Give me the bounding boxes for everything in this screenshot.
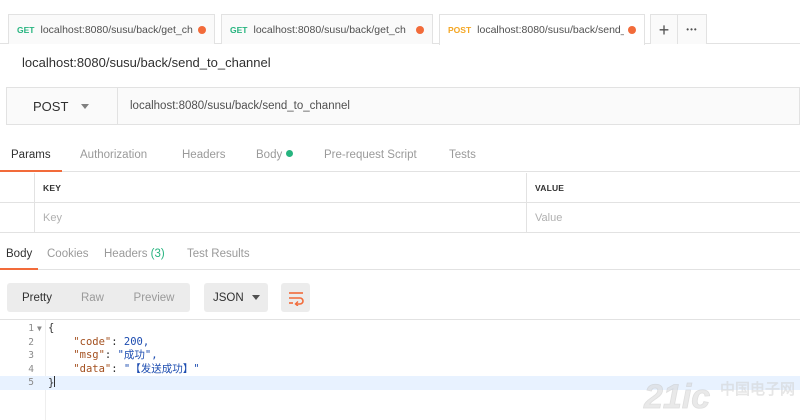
unsaved-dot-icon [416,25,424,34]
chevron-down-icon [252,295,260,300]
tab-pre-request-script[interactable]: Pre-request Script [324,149,417,161]
wrap-lines-icon [288,291,304,306]
pretty-button[interactable]: Pretty [7,283,67,312]
tab-cookies[interactable]: Cookies [47,248,89,260]
tab-response-headers[interactable]: Headers (3) [104,248,165,260]
tab-test-results[interactable]: Test Results [187,248,250,260]
unsaved-dot-icon [628,26,636,34]
text-cursor [54,376,56,387]
request-tab-1[interactable]: GET localhost:8080/susu/back/get_ch [8,14,215,44]
key-placeholder: Key [43,212,62,224]
request-tabs: Params Authorization Headers Body Pre-re… [0,143,800,172]
headers-count-badge: (3) [150,248,165,260]
request-tab-bar: GET localhost:8080/susu/back/get_ch GET … [0,10,800,45]
wrap-lines-button[interactable] [281,283,310,312]
unsaved-dot-icon [198,25,206,34]
code-text: "code": 200, [73,335,150,348]
json-value: 200, [123,335,150,348]
code-text: { [48,322,55,334]
body-indicator-dot-icon [286,150,294,157]
tab-response-body[interactable]: Body [6,248,32,260]
tab-response-headers-label: Headers [104,248,148,260]
value-header-label: VALUE [535,183,565,193]
method-value: POST [33,98,69,114]
value-column-header: VALUE [527,173,800,203]
tab-url: localhost:8080/susu/back/get_ch [40,23,193,36]
checkbox-column-header [0,173,35,203]
json-value: "【发送成功】" [123,362,200,375]
tab-options-button[interactable]: ••• [677,14,707,44]
url-input[interactable] [118,88,799,124]
line-number: 4 [28,363,34,375]
raw-button[interactable]: Raw [67,283,118,312]
tab-body[interactable]: Body [256,149,294,161]
code-text: "data": "【发送成功】" [73,362,200,375]
tab-method: GET [230,24,248,35]
response-tabs: Body Cookies Headers (3) Test Results [0,242,800,270]
key-header-label: KEY [43,183,62,193]
tab-method: POST [448,25,472,35]
more-icon: ••• [686,25,698,34]
request-tab-2[interactable]: GET localhost:8080/susu/back/get_ch [221,14,433,44]
format-value: JSON [213,291,244,304]
json-key: "code" [73,335,112,348]
view-mode-group: Pretty Raw Preview [7,283,190,312]
params-table: KEY VALUE Key Value [0,173,800,233]
url-bar: POST [6,87,800,125]
watermark-brand: 21ic [643,378,710,416]
value-input[interactable]: Value [527,203,800,233]
preview-button[interactable]: Preview [118,283,190,312]
value-placeholder: Value [535,212,563,224]
key-input[interactable]: Key [35,203,527,233]
line-number: 3 [28,350,34,361]
watermark-site: 中国电子网 [720,380,795,398]
plus-icon: + [658,19,670,40]
tab-url: localhost:8080/susu/back/send_ [477,24,624,36]
code-line: 2 "code": 200, [0,336,800,350]
fold-arrow-icon[interactable]: ▼ [37,322,42,336]
tab-params[interactable]: Params [11,149,51,161]
tab-authorization[interactable]: Authorization [80,149,147,161]
line-number: 2 [28,336,34,348]
json-value: "成功", [117,349,158,361]
line-number: 5 [28,377,34,388]
tab-tests[interactable]: Tests [449,149,476,161]
line-number: 1 [28,323,34,334]
tab-url: localhost:8080/susu/back/get_ch [253,23,406,36]
request-name: localhost:8080/susu/back/send_to_channel [22,55,271,70]
key-column-header: KEY [35,173,527,203]
code-text: "msg": "成功", [73,349,158,361]
tab-headers[interactable]: Headers [182,149,225,161]
active-tab-indicator [0,170,62,172]
code-line: 1 ▼ { [0,322,800,336]
new-tab-button[interactable]: + [650,14,678,44]
tab-method: GET [17,24,35,35]
code-text: } [48,376,56,391]
tab-body-label: Body [256,149,283,161]
chevron-down-icon [81,104,89,109]
method-select[interactable]: POST [7,88,118,124]
format-select[interactable]: JSON [204,283,268,312]
json-key: "msg" [73,349,105,361]
response-toolbar: Pretty Raw Preview JSON [7,283,310,312]
watermark-logo: 21ic 中国电子网 [643,378,795,417]
row-checkbox-cell[interactable] [0,203,35,233]
table-header-row: KEY VALUE [0,173,800,203]
active-tab-indicator [0,268,38,270]
table-row: Key Value [0,203,800,233]
code-line: 3 "msg": "成功", [0,349,800,363]
request-tab-3-active[interactable]: POST localhost:8080/susu/back/send_ [439,14,645,45]
json-key: "data" [73,362,112,375]
